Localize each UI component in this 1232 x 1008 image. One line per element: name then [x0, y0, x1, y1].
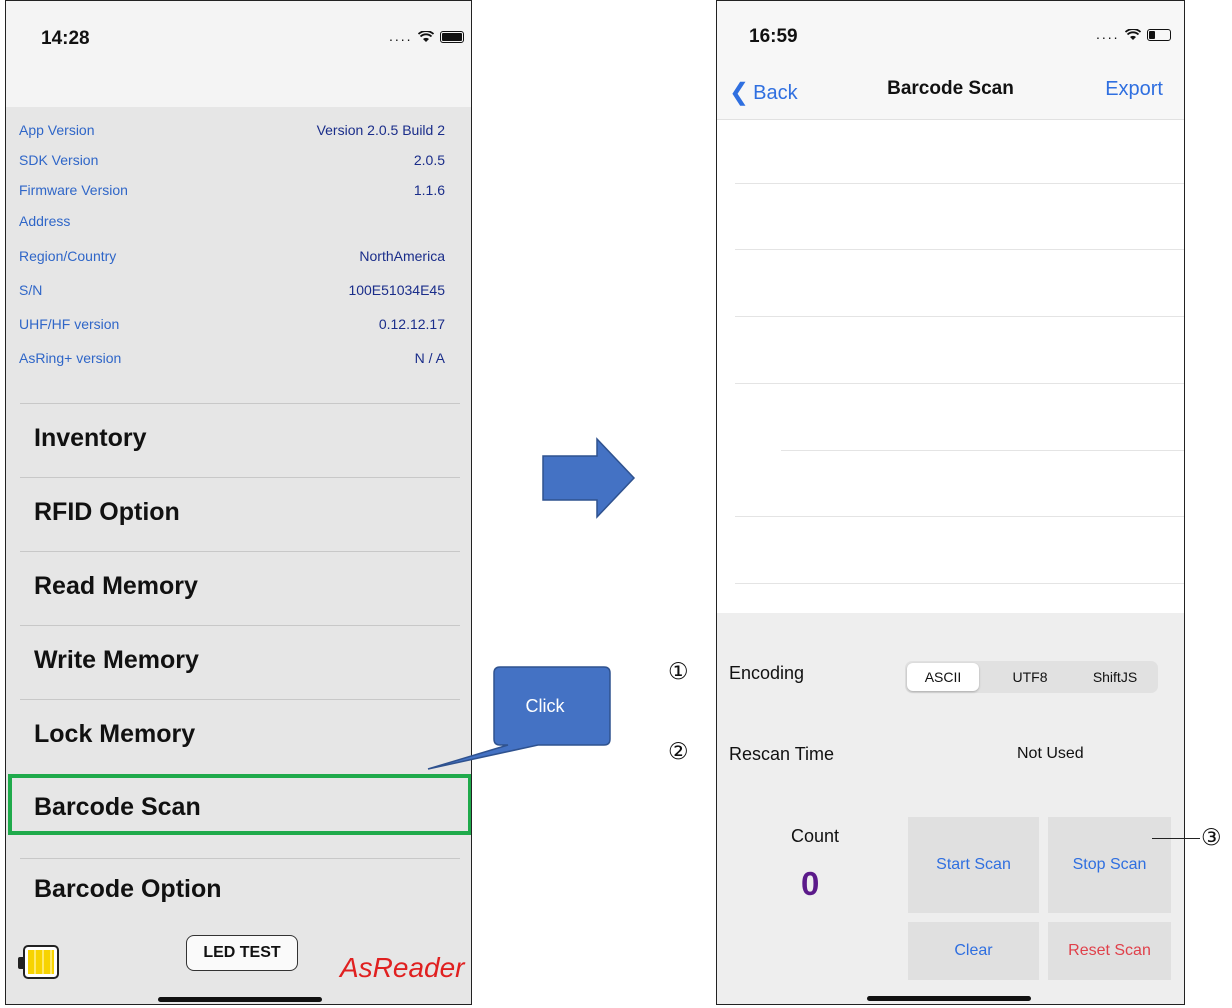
- reset-scan-button[interactable]: Reset Scan: [1048, 922, 1171, 980]
- info-label: Firmware Version: [19, 182, 128, 198]
- left-phone-screen: 14:28 .... App Version Version 2.0.5 Buil…: [5, 0, 472, 1005]
- info-value: 100E51034E45: [348, 282, 445, 298]
- info-value: Version 2.0.5 Build 2: [316, 122, 445, 138]
- click-callout: Click: [427, 666, 611, 770]
- status-bar: 14:28 ....: [6, 1, 471, 107]
- menu-item-barcode-option[interactable]: Barcode Option: [20, 858, 460, 933]
- encoding-option-ascii[interactable]: ASCII: [907, 663, 979, 691]
- rescan-time-value[interactable]: Not Used: [1017, 745, 1084, 763]
- info-value: 0.12.12.17: [378, 316, 445, 332]
- info-label: App Version: [19, 122, 95, 138]
- info-label: Address: [19, 213, 71, 229]
- wifi-icon: [1125, 28, 1142, 41]
- rescan-time-label: Rescan Time: [729, 744, 835, 764]
- info-value: N / A: [414, 350, 445, 366]
- info-label: AsRing+ version: [19, 350, 122, 366]
- encoding-option-shiftjs[interactable]: ShiftJS: [1075, 663, 1155, 691]
- stop-scan-button[interactable]: Stop Scan: [1048, 817, 1171, 913]
- encoding-option-utf8[interactable]: UTF8: [991, 663, 1069, 691]
- menu-item-rfid-option[interactable]: RFID Option: [20, 477, 460, 552]
- annotation-marker-3: ③: [1201, 825, 1222, 851]
- list-separator: [735, 583, 1184, 584]
- info-row: Firmware Version 1.1.6: [6, 176, 471, 206]
- menu-item-label: RFID Option: [34, 498, 180, 526]
- menu-item-inventory[interactable]: Inventory: [20, 403, 460, 478]
- info-value: 2.0.5: [413, 152, 445, 168]
- list-separator: [735, 249, 1184, 250]
- clear-button[interactable]: Clear: [908, 922, 1039, 980]
- annotation-leader-line: [1152, 838, 1200, 839]
- list-separator: [735, 516, 1184, 517]
- barcode-scan-highlight: [8, 774, 471, 835]
- signal-icon: ....: [389, 28, 413, 44]
- info-row: AsRing+ version N / A: [6, 344, 471, 374]
- info-row: App Version Version 2.0.5 Build 2: [6, 116, 471, 146]
- menu-item-label: Write Memory: [34, 646, 199, 674]
- signal-icon: ....: [1096, 26, 1120, 42]
- info-row: UHF/HF version 0.12.12.17: [6, 310, 471, 340]
- battery-status-icon: [1147, 29, 1172, 42]
- right-phone-screen: 16:59 .... ❮ Back Barcode Scan Export Enc…: [716, 0, 1185, 1005]
- status-icons: ....: [389, 28, 465, 44]
- info-row: Address: [6, 207, 471, 237]
- home-indicator: [867, 996, 1031, 1001]
- status-time: 14:28: [41, 28, 90, 49]
- list-separator: [735, 383, 1184, 384]
- menu-item-label: Lock Memory: [34, 720, 196, 748]
- annotation-marker-1: ①: [668, 659, 689, 685]
- wifi-icon: [418, 30, 435, 43]
- led-test-button[interactable]: LED TEST: [186, 935, 298, 971]
- info-row: SDK Version 2.0.5: [6, 146, 471, 176]
- info-value: NorthAmerica: [359, 248, 445, 264]
- count-label: Count: [791, 826, 840, 846]
- info-label: Region/Country: [19, 248, 117, 264]
- menu-item-label: Read Memory: [34, 572, 198, 600]
- list-separator: [735, 316, 1184, 317]
- battery-status-icon: [440, 31, 465, 44]
- menu-item-label: Barcode Option: [34, 875, 222, 903]
- encoding-segmented-control[interactable]: ASCII UTF8 ShiftJS: [905, 661, 1158, 693]
- menu-item-label: Inventory: [34, 424, 147, 452]
- start-scan-button[interactable]: Start Scan: [908, 817, 1039, 913]
- info-label: SDK Version: [19, 152, 99, 168]
- menu-item-write-memory[interactable]: Write Memory: [20, 625, 460, 700]
- list-separator: [735, 183, 1184, 184]
- home-indicator: [158, 997, 322, 1002]
- menu-item-read-memory[interactable]: Read Memory: [20, 551, 460, 626]
- status-time: 16:59: [749, 26, 798, 47]
- info-value: 1.1.6: [413, 182, 445, 198]
- annotation-marker-2: ②: [668, 739, 689, 765]
- info-label: UHF/HF version: [19, 316, 120, 332]
- menu-item-lock-memory[interactable]: Lock Memory: [20, 699, 460, 774]
- export-button[interactable]: Export: [1105, 78, 1163, 101]
- callout-text: Click: [526, 696, 566, 716]
- count-value: 0: [801, 865, 820, 902]
- navigation-bar: 16:59 .... ❮ Back Barcode Scan Export: [717, 1, 1184, 120]
- info-row: Region/Country NorthAmerica: [6, 242, 471, 272]
- reader-battery-icon: [18, 945, 59, 979]
- info-row: S/N 100E51034E45: [6, 276, 471, 306]
- encoding-label: Encoding: [729, 663, 805, 683]
- right-arrow-icon: [542, 437, 636, 519]
- info-label: S/N: [19, 282, 43, 298]
- list-separator: [781, 450, 1184, 451]
- status-icons: ....: [1096, 26, 1172, 42]
- asreader-logo: AsReader: [340, 952, 465, 983]
